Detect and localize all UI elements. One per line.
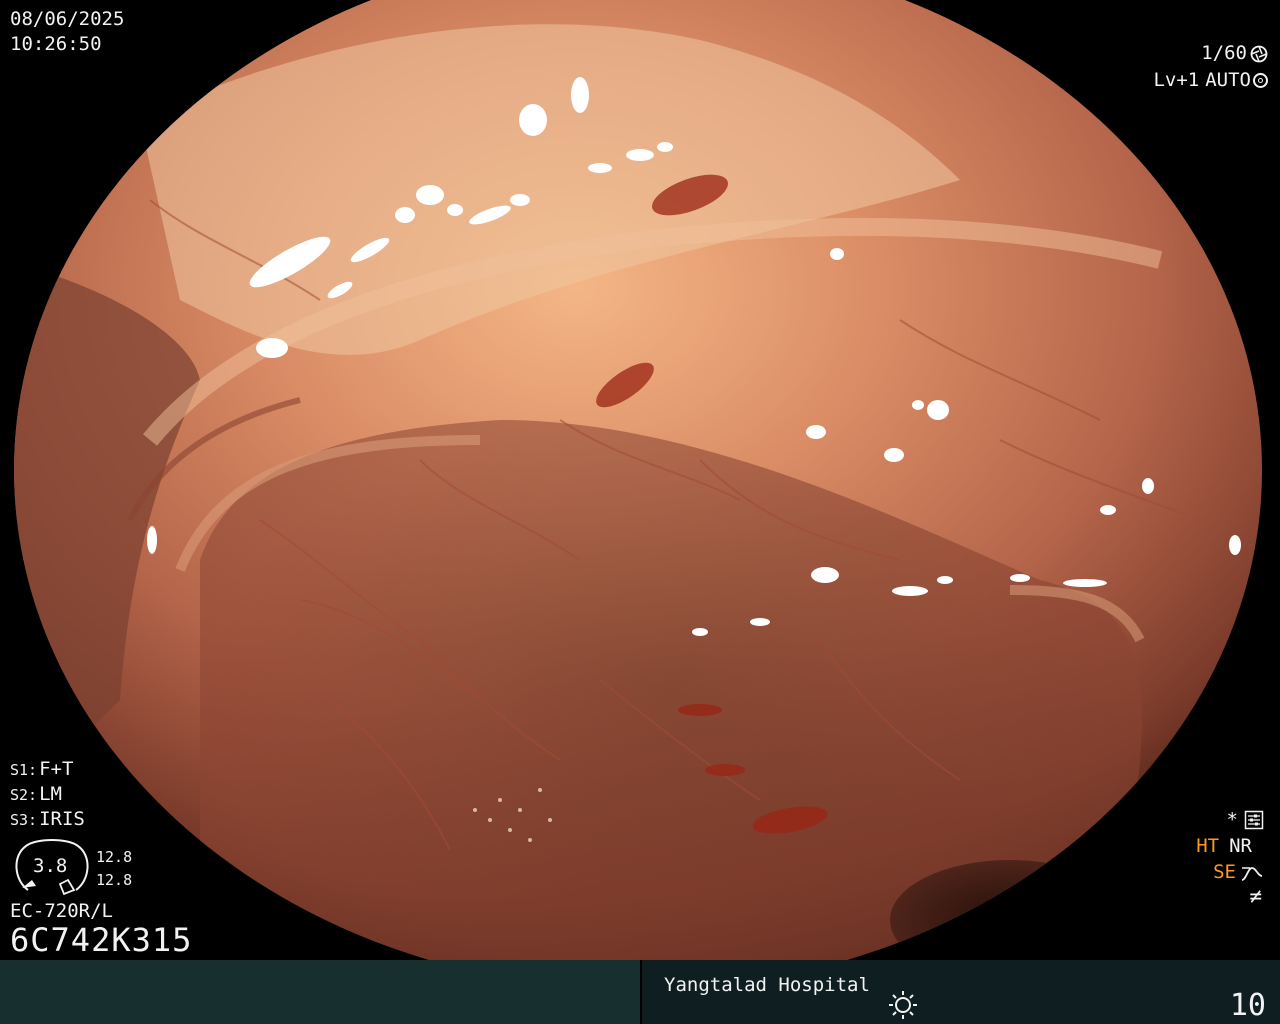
setting-key: S2: bbox=[10, 786, 38, 804]
setting-key: S1: bbox=[10, 761, 38, 779]
level-label: Lv+1 bbox=[1153, 69, 1200, 91]
time-label: 10:26:50 bbox=[10, 33, 102, 55]
gauge-value: 3.8 bbox=[33, 855, 68, 877]
aperture-icon bbox=[1250, 45, 1268, 62]
ht-label: HT bbox=[1196, 835, 1220, 857]
se-label: SE bbox=[1213, 861, 1236, 883]
setting-key: S3: bbox=[10, 811, 38, 829]
endoscopic-view bbox=[14, 0, 1262, 960]
level-indicator: Lv+1 AUTO bbox=[1153, 71, 1268, 90]
scope-model: EC-720R/L bbox=[10, 900, 113, 922]
tissue-image bbox=[14, 0, 1262, 960]
bottom-bar-right: Yangtalad Hospital 10 bbox=[642, 960, 1280, 1024]
hospital-name: Yangtalad Hospital bbox=[664, 974, 870, 996]
star-row: * bbox=[1227, 810, 1264, 830]
scope-serial: 6C742K315 bbox=[10, 921, 193, 959]
se-row: SE bbox=[1213, 863, 1264, 882]
noflash-indicator: ≠ bbox=[1249, 884, 1262, 908]
star-label: * bbox=[1226, 808, 1238, 831]
setting-row: S2: LM bbox=[10, 785, 85, 810]
brightness-icon bbox=[889, 991, 917, 1019]
bottom-bar: Yangtalad Hospital 10 bbox=[0, 960, 1280, 1024]
settings-panel-icon bbox=[1244, 810, 1264, 830]
iris-icon bbox=[1253, 73, 1268, 88]
setting-value: LM bbox=[39, 783, 62, 805]
image-counter: 10 bbox=[1229, 988, 1266, 1023]
gauge-upper: 12.8 bbox=[96, 848, 133, 866]
date-label: 08/06/2025 bbox=[10, 8, 125, 30]
setting-row: S1: F+T bbox=[10, 760, 85, 785]
endoscope-frame: 08/06/2025 10:26:50 1/60 Lv+1 AUTO S1: F… bbox=[0, 0, 1280, 960]
setting-value: F+T bbox=[39, 758, 74, 780]
bottom-bar-left bbox=[0, 960, 640, 1024]
gauge-lower: 12.8 bbox=[96, 871, 133, 889]
shutter-indicator: 1/60 bbox=[1201, 44, 1268, 63]
auto-label: AUTO bbox=[1205, 69, 1251, 91]
settings-list: S1: F+T S2: LM S3: IRIS bbox=[10, 760, 85, 835]
ht-row: HT NR bbox=[1196, 837, 1252, 856]
setting-value: IRIS bbox=[39, 808, 85, 830]
setting-row: S3: IRIS bbox=[10, 810, 85, 835]
right-status: * HT NR SE ≠ bbox=[1154, 810, 1264, 910]
shutter-label: 1/60 bbox=[1201, 42, 1247, 64]
curve-icon bbox=[1241, 866, 1263, 881]
nr-label: NR bbox=[1229, 835, 1252, 857]
